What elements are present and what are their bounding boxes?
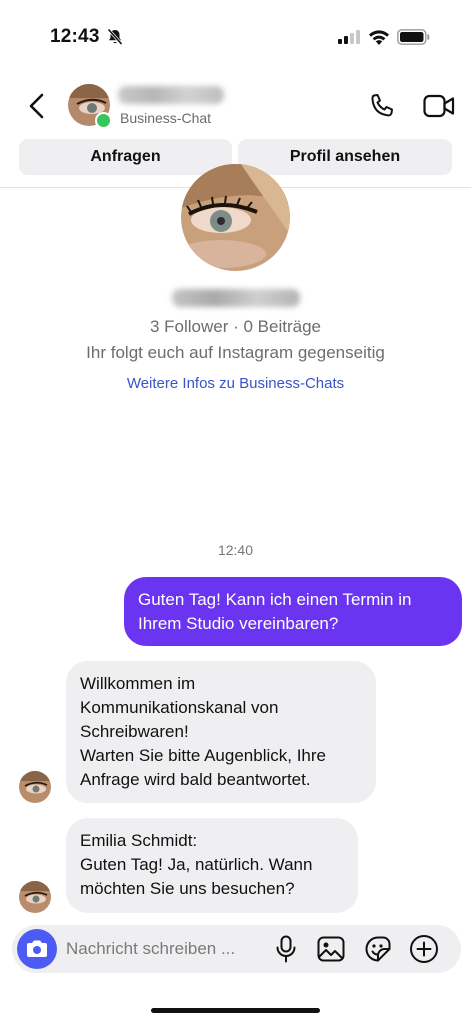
home-indicator[interactable] (151, 1008, 320, 1013)
wifi-icon (369, 30, 389, 45)
incoming-message[interactable]: Emilia Schmidt: Guten Tag! Ja, natürlich… (66, 818, 358, 913)
gallery-icon[interactable] (317, 936, 345, 962)
message-line: möchten Sie uns besuchen? (80, 879, 295, 898)
plus-icon[interactable] (409, 934, 439, 964)
message-line: Kommunikationskanal von (80, 698, 279, 717)
mic-icon[interactable] (275, 935, 297, 963)
business-chat-info-link[interactable]: Weitere Infos zu Business-Chats (0, 375, 471, 392)
profile-name-blurred (172, 289, 300, 307)
message-line: Guten Tag! Kann ich einen Termin in (138, 590, 412, 609)
incoming-message[interactable]: Willkommen im Kommunikationskanal von Sc… (66, 661, 376, 803)
bell-muted-icon (107, 28, 123, 46)
mutual-follow-text: Ihr folgt euch auf Instagram gegenseitig (86, 343, 385, 362)
signal-icon (338, 30, 360, 44)
profile-avatar[interactable] (181, 164, 290, 271)
message-line: Guten Tag! Ja, natürlich. Wann (80, 855, 313, 874)
battery-icon (397, 29, 430, 45)
contact-name-blurred (118, 86, 224, 104)
phone-icon[interactable] (368, 92, 396, 120)
online-indicator (95, 112, 112, 129)
camera-button[interactable] (17, 929, 57, 969)
video-icon[interactable] (423, 93, 455, 119)
sender-avatar[interactable] (19, 771, 51, 803)
message-line: Schreibwaren! (80, 722, 189, 741)
outgoing-message[interactable]: Guten Tag! Kann ich einen Termin in Ihre… (124, 577, 462, 646)
back-icon[interactable] (26, 92, 48, 120)
profile-stats: 3 Follower · 0 Beiträge (149, 317, 322, 336)
message-line: Anfrage wird bald beantwortet. (80, 770, 311, 789)
sender-avatar[interactable] (19, 881, 51, 913)
message-line: Emilia Schmidt: (80, 831, 198, 850)
status-time: 12:43 (50, 26, 100, 47)
message-input[interactable] (66, 935, 266, 963)
message-line: Ihrem Studio vereinbaren? (138, 614, 339, 633)
sticker-icon[interactable] (364, 935, 392, 963)
view-profile-button[interactable]: Profil ansehen (238, 139, 452, 175)
message-line: Warten Sie bitte Augenblick, Ihre (80, 746, 327, 765)
chat-type-label: Business-Chat (120, 110, 212, 126)
message-line: Willkommen im (80, 674, 196, 693)
camera-icon (27, 940, 47, 957)
message-timestamp: 12:40 (217, 542, 254, 558)
request-button[interactable]: Anfragen (19, 139, 232, 175)
